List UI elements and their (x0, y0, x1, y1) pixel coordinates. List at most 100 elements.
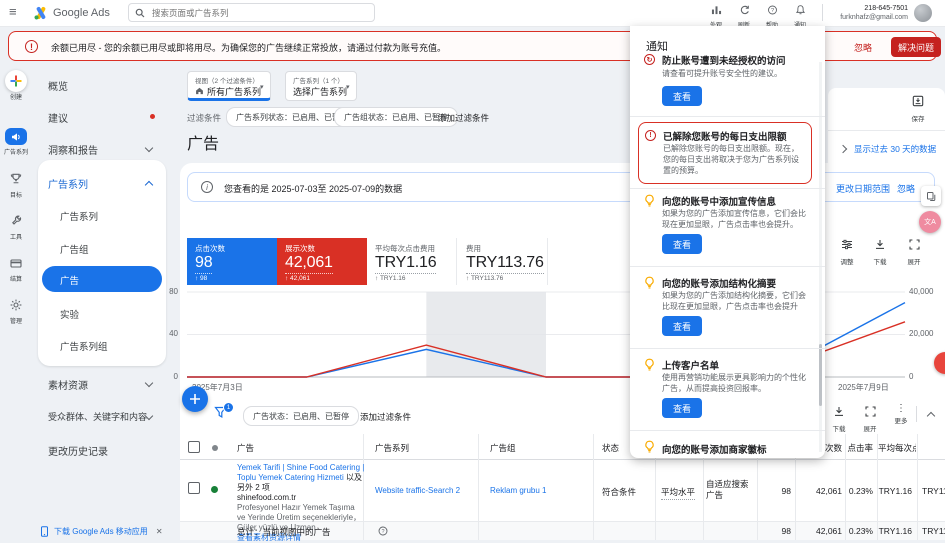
row-ad-group-link[interactable]: Reklam grubu 1 (490, 486, 546, 495)
notification-divider (630, 116, 825, 117)
chart-download-button[interactable]: 下载 (866, 237, 894, 266)
notifications-button[interactable]: 通知 (785, 2, 815, 29)
select-all-checkbox[interactable] (188, 441, 200, 453)
lightbulb-icon (643, 276, 656, 289)
total-cost: TRY113.76 (922, 526, 945, 536)
sidebar-item-experiments[interactable]: 实验 (60, 307, 79, 321)
col-header-avg-cpc[interactable]: 平均每次点击费用 (878, 442, 916, 454)
lightbulb-icon (643, 358, 656, 371)
panel-scrollbar-thumb[interactable] (819, 344, 822, 406)
ad-status-filter-chip[interactable]: 广告状态：已启用、已暂停 (243, 406, 359, 426)
avatar[interactable] (914, 4, 932, 22)
col-sep (478, 434, 479, 540)
sidebar-item-campaigns-child[interactable]: 广告系列 (60, 209, 98, 223)
row-avg-cpc: TRY1.16 (872, 486, 912, 496)
col-header-ctr[interactable]: 点击率 (833, 442, 873, 454)
rail-item-billing[interactable]: 结算 (0, 256, 32, 283)
alert-resolve-button[interactable]: 解决问题 (891, 37, 941, 57)
search-input[interactable] (150, 7, 354, 19)
sidebar-item-assets[interactable]: 素材资源 (48, 377, 88, 392)
performance-chart[interactable] (180, 286, 945, 400)
sidebar-group-campaigns[interactable]: 广告系列 (48, 176, 88, 191)
alert-dismiss-button[interactable]: 忽略 (854, 41, 872, 54)
sidebar-item-campaign-groups[interactable]: 广告系列组 (60, 339, 108, 353)
sidebar-item-change-history[interactable]: 更改历史记录 (48, 443, 108, 458)
sidebar-item-audiences[interactable]: 受众群体、关键字和内容 (48, 410, 147, 423)
row-cost: TRY113.76 (922, 486, 945, 496)
promo-close-icon[interactable]: ✕ (156, 527, 163, 536)
date-info-text: 您查看的是 2025-07-03至 2025-07-09的数据 (224, 182, 402, 195)
help-button[interactable]: ? 帮助 (757, 2, 787, 29)
metric-value-impressions: 42,061 (285, 254, 333, 274)
view-selector[interactable]: 视图（2 个过滤条件） 所有广告系列 ▾ (187, 71, 271, 101)
megaphone-icon (11, 132, 22, 142)
rail-item-campaigns[interactable]: 广告系列 (0, 128, 32, 156)
col-header-status[interactable]: 状态 (602, 442, 619, 454)
extension-widget-button[interactable] (921, 186, 941, 206)
metric-card-impressions[interactable]: 展示次数 42,061 ↑ 42,061 (277, 238, 367, 285)
metric-card-avg-cpc[interactable]: 平均每次点击费用 TRY1.16 ↑ TRY1.16 (367, 238, 457, 285)
refresh-button[interactable]: 刷新 (729, 2, 759, 29)
add-fab-button[interactable] (182, 386, 208, 412)
table-more-button[interactable]: ⋮ 更多 (888, 404, 914, 425)
date-banner-dismiss-button[interactable]: 忽略 (897, 182, 915, 195)
google-ads-screen: { "topbar": { "product": "Google Ads", "… (0, 0, 945, 540)
billing-card-icon (10, 258, 22, 269)
total-help-icon[interactable]: ? (378, 526, 388, 536)
expand-icon (909, 239, 920, 250)
chart-expand-button[interactable]: 展开 (900, 237, 928, 266)
main-menu-icon[interactable]: ≡ (9, 4, 17, 19)
metric-card-cost[interactable]: 费用 TRY113.76 ↑ TRY113.76 (458, 238, 548, 285)
row-campaign-link[interactable]: Website traffic-Search 2 (375, 486, 460, 495)
lightbulb-icon (643, 440, 656, 453)
rail-item-goals[interactable]: 目标 (0, 172, 32, 199)
svg-text:?: ? (381, 529, 384, 535)
rail-item-admin[interactable]: 管理 (0, 298, 32, 325)
assets-chevron-icon (145, 379, 153, 387)
col-header-campaign[interactable]: 广告系列 (375, 442, 409, 454)
save-button[interactable]: 保存 (905, 94, 931, 123)
campaign-selector-caption: 广告系列（1 个） (293, 75, 344, 85)
filter-count-badge: 1 (223, 402, 234, 413)
table-download-button[interactable]: 下载 (826, 404, 852, 433)
row-checkbox[interactable] (188, 482, 200, 494)
metric-card-clicks[interactable]: 点击次数 98 ↑ 98 (187, 238, 277, 285)
col-header-ad[interactable]: 广告 (237, 442, 254, 454)
rail-item-tools[interactable]: 工具 (0, 214, 32, 241)
translate-extension-button[interactable]: 文A (919, 211, 941, 233)
notification-4-view-button[interactable]: 查看 (662, 316, 702, 336)
appearance-button[interactable]: 外观 (701, 2, 731, 29)
sidebar-item-overview[interactable]: 概览 (48, 78, 68, 93)
mobile-app-promo[interactable]: 下载 Google Ads 移动应用 ✕ (40, 526, 172, 537)
header-status-dot (212, 445, 218, 451)
chart-adjust-button[interactable]: 调整 (833, 237, 861, 266)
bell-icon (795, 5, 806, 15)
notification-5-view-button[interactable]: 查看 (662, 398, 702, 418)
table-add-filter-button[interactable]: 添加过滤条件 (360, 411, 411, 423)
rail-label-admin: 管理 (0, 316, 32, 325)
add-filter-button[interactable]: 添加过滤条件 (438, 112, 489, 124)
change-date-range-button[interactable]: 更改日期范围 (836, 182, 890, 195)
campaign-selector[interactable]: 广告系列（1 个） 选择广告系列 ▾ (285, 71, 357, 101)
row-ctr: 0.23% (833, 486, 873, 496)
rail-item-create[interactable]: 创建 (0, 70, 32, 101)
page-title: 广告 (187, 130, 219, 154)
table-header-border (180, 459, 945, 460)
search-box[interactable] (128, 3, 375, 22)
col-header-ad-group[interactable]: 广告组 (490, 442, 516, 454)
table-filter-funnel-button[interactable]: 1 (214, 406, 232, 424)
show-30-days-link[interactable]: 显示过去 30 天的数据 (854, 143, 936, 155)
account-id: 218-645-7501 (828, 4, 908, 13)
sidebar-item-ad-groups[interactable]: 广告组 (60, 242, 89, 256)
account-info[interactable]: 218-645-7501 furknhafz@gmail.com (828, 4, 908, 22)
plus-icon (189, 393, 201, 405)
more-vert-icon: ⋮ (888, 404, 914, 414)
view-selector-value: 所有广告系列 (207, 85, 261, 98)
rail-label-tools: 工具 (0, 232, 32, 241)
notification-1-view-button[interactable]: 查看 (662, 86, 702, 106)
sidebar-item-insights[interactable]: 洞察和报告 (48, 142, 98, 157)
download-icon (874, 239, 886, 250)
notification-3-view-button[interactable]: 查看 (662, 234, 702, 254)
table-expand-button[interactable]: 展开 (857, 404, 883, 433)
sidebar-item-recommendations[interactable]: 建议 (48, 110, 68, 125)
